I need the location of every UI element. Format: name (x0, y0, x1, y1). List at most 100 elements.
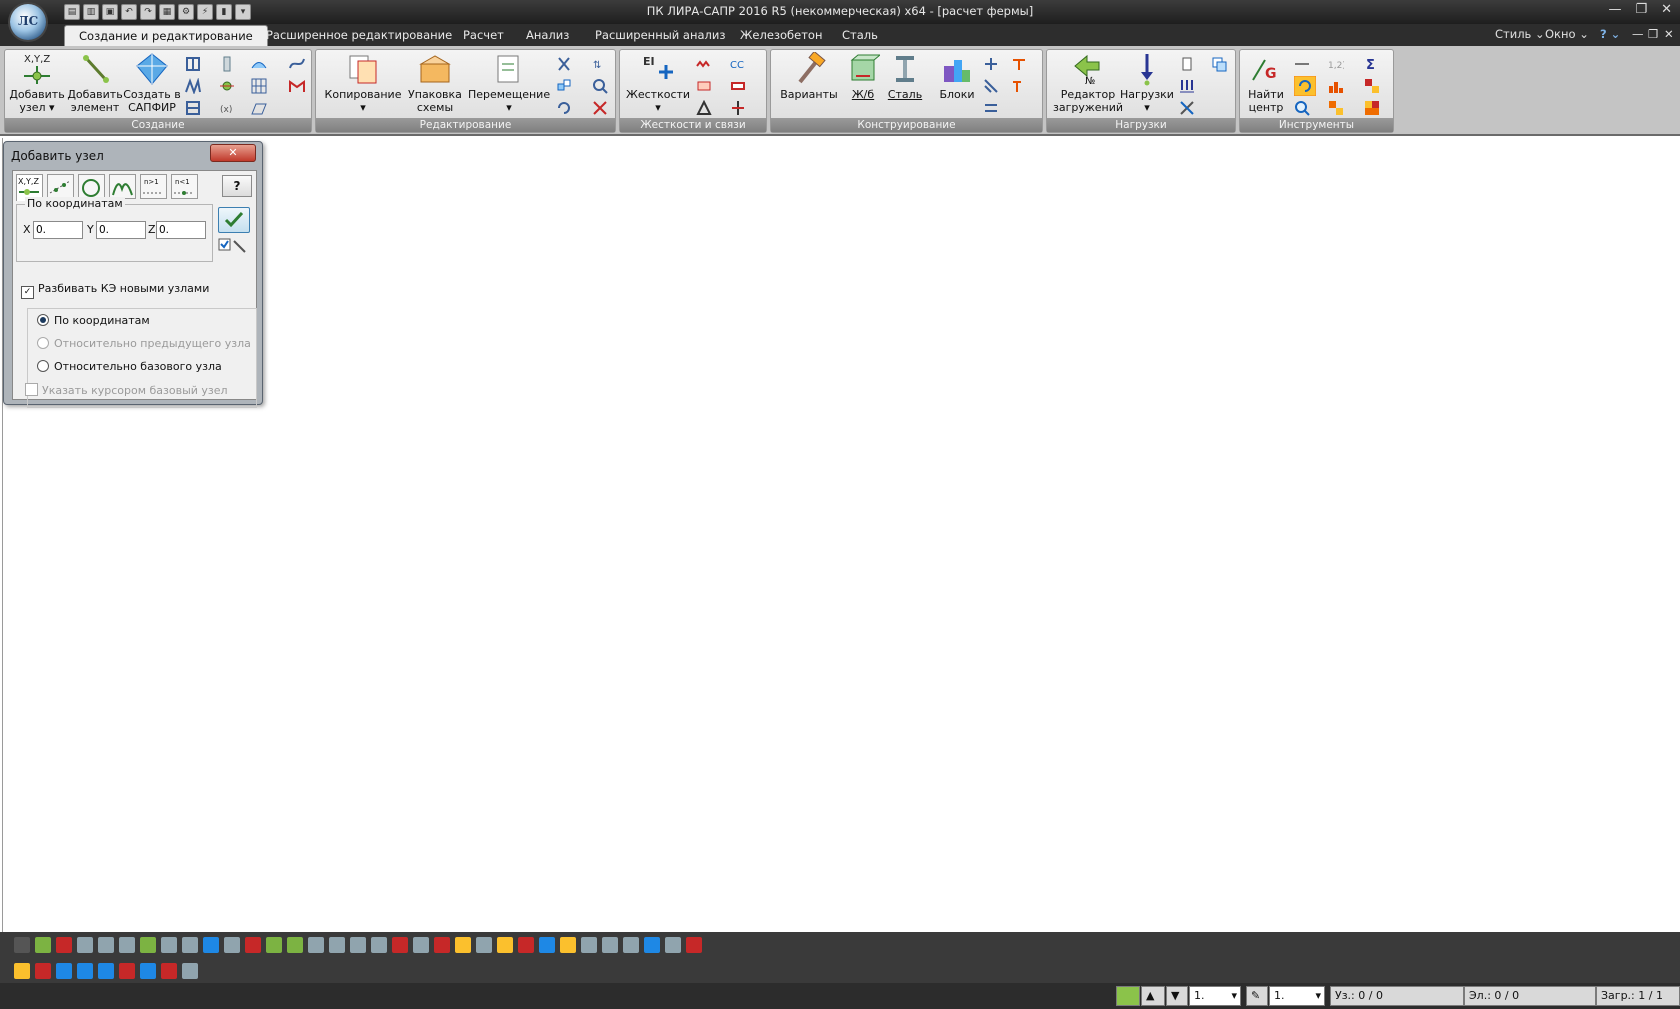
steel-button[interactable]: Сталь (883, 52, 927, 101)
isometric-icon[interactable] (644, 937, 660, 953)
load-copy-icon[interactable] (1211, 56, 1227, 72)
display-loads-icon[interactable] (161, 963, 177, 979)
plate-mesh-icon[interactable] (251, 100, 267, 116)
dialog-close-button[interactable]: ✕ (210, 144, 256, 162)
zoom-out-icon[interactable] (77, 937, 93, 953)
steel-section-icon[interactable] (1011, 78, 1027, 94)
display-cube-icon[interactable] (35, 963, 51, 979)
load-case-icon[interactable] (1116, 986, 1140, 1006)
load-case-select[interactable]: 1. ▾ (1189, 986, 1241, 1006)
load-editor-button[interactable]: № Редактор загружений (1051, 52, 1125, 114)
y-coordinate-input[interactable] (96, 221, 146, 239)
reinforced-concrete-button[interactable]: Ж/б (843, 52, 883, 101)
select-icon[interactable] (182, 937, 198, 953)
equalize-icon[interactable] (983, 100, 999, 116)
radio-relative-previous[interactable]: Относительно предыдущего узла (37, 337, 251, 350)
tab-on-circle[interactable] (78, 174, 105, 199)
grid-icon[interactable] (185, 56, 201, 72)
cursor-base-node-checkbox[interactable]: Указать курсором базовый узел (25, 383, 228, 397)
shell-icon[interactable] (251, 56, 267, 72)
filter-icon[interactable] (203, 937, 219, 953)
tab-advanced-edit[interactable]: Расширенное редактирование (266, 28, 452, 42)
node-tool-icon[interactable] (219, 78, 235, 94)
tool-palette-icon[interactable] (1364, 78, 1380, 94)
visible-icon[interactable] (350, 937, 366, 953)
color-fill-icon[interactable] (518, 937, 534, 953)
load-tools-icon[interactable] (1179, 100, 1195, 116)
truss-icon[interactable] (185, 78, 201, 94)
fragment-icon[interactable] (56, 937, 72, 953)
copy-button[interactable]: Копирование ▾ (324, 52, 402, 114)
delete-icon[interactable] (592, 100, 608, 116)
coords-tool-icon[interactable]: (x) (219, 100, 235, 116)
application-menu-button[interactable]: ЛС (10, 4, 46, 40)
rotate-model-icon[interactable] (665, 937, 681, 953)
pick-node-button[interactable] (218, 237, 248, 255)
display-bars-icon[interactable] (56, 963, 72, 979)
close-icon[interactable]: ✕ (1661, 2, 1672, 17)
add-node-button[interactable]: X,Y,Z Добавить узел ▾ (9, 52, 65, 114)
stiffness-list-icon[interactable] (696, 56, 712, 72)
maximize-icon[interactable]: ❐ (1635, 2, 1647, 17)
stiffness-button[interactable]: EI Жесткости ▾ (626, 52, 690, 114)
restore-view-icon[interactable] (329, 937, 345, 953)
frame-icon[interactable] (185, 100, 201, 116)
mesh-icon[interactable] (251, 78, 267, 94)
rigid-insert-icon[interactable] (730, 78, 746, 94)
zoom-all-icon[interactable] (161, 937, 177, 953)
rotate-view-icon[interactable] (35, 937, 51, 953)
radio-relative-base[interactable]: Относительно базового узла (37, 360, 222, 373)
display-3d-icon[interactable] (182, 963, 198, 979)
next-load-icon[interactable]: ▼ (1166, 986, 1188, 1006)
tool-bar-chart-icon[interactable] (1328, 78, 1344, 94)
tab-analysis[interactable]: Анализ (526, 28, 569, 42)
pencil-status-icon[interactable]: ✎ (1246, 986, 1268, 1006)
coordinate-system-icon[interactable] (686, 937, 702, 953)
find-node-icon[interactable] (434, 937, 450, 953)
tool-measure-icon[interactable] (1294, 56, 1310, 72)
floors-icon[interactable] (371, 937, 387, 953)
dialog-help-button[interactable]: ? (222, 175, 252, 197)
rebar-icon[interactable] (1011, 56, 1027, 72)
split-fe-checkbox[interactable]: ✓ Разбивать КЭ новыми узлами (21, 282, 209, 299)
renumber-icon[interactable]: ⇅ (592, 56, 608, 72)
load-value-select[interactable]: 1. ▾ (1269, 986, 1325, 1006)
display-supports-icon[interactable] (119, 963, 135, 979)
rotate-icon[interactable] (556, 100, 572, 116)
create-in-sapfir-button[interactable]: Создать в САПФИР (123, 52, 181, 114)
search-icon[interactable] (413, 937, 429, 953)
tab-divide-n[interactable]: n>1 (140, 174, 167, 199)
tool-colors-icon[interactable] (1364, 100, 1380, 116)
display-plates-icon[interactable] (77, 963, 93, 979)
doc-restore-icon[interactable]: ❐ (1648, 27, 1658, 41)
minimize-icon[interactable]: — (1608, 2, 1621, 17)
load-table-icon[interactable] (1179, 56, 1195, 72)
window-menu[interactable]: Окно ⌄ (1545, 27, 1589, 41)
cut-icon[interactable] (556, 56, 572, 72)
display-solids-icon[interactable] (98, 963, 114, 979)
contour-icon[interactable] (289, 78, 305, 94)
doc-close-icon[interactable]: ✕ (1664, 27, 1674, 41)
move-button[interactable]: Перемещение ▾ (468, 52, 550, 114)
distributed-load-icon[interactable] (1179, 78, 1195, 94)
tab-create-edit[interactable]: Создание и редактирование (64, 25, 268, 46)
column-icon[interactable] (219, 56, 235, 72)
tool-refresh-icon[interactable] (1294, 76, 1316, 96)
display-nodes-icon[interactable] (14, 963, 30, 979)
plane-xy-icon[interactable] (602, 937, 618, 953)
style-menu[interactable]: Стиль ⌄ (1495, 27, 1545, 41)
find-icon[interactable] (592, 78, 608, 94)
mirror-icon[interactable] (556, 78, 572, 94)
blocks-button[interactable]: Блоки (935, 52, 979, 101)
loads-button[interactable]: Нагрузки ▾ (1119, 52, 1175, 114)
tab-calculation[interactable]: Расчет (463, 28, 504, 42)
pointer-icon[interactable] (14, 937, 30, 953)
help-menu[interactable]: ? ⌄ (1600, 27, 1620, 41)
spline-icon[interactable] (289, 56, 305, 72)
prev-load-icon[interactable]: ▲ (1141, 986, 1165, 1006)
tool-zoom-icon[interactable] (1294, 100, 1310, 116)
flags-icon[interactable] (224, 937, 240, 953)
radio-by-coordinates[interactable]: По координатам (37, 314, 150, 327)
pan-icon[interactable] (140, 937, 156, 953)
zoom-in-icon[interactable] (98, 937, 114, 953)
